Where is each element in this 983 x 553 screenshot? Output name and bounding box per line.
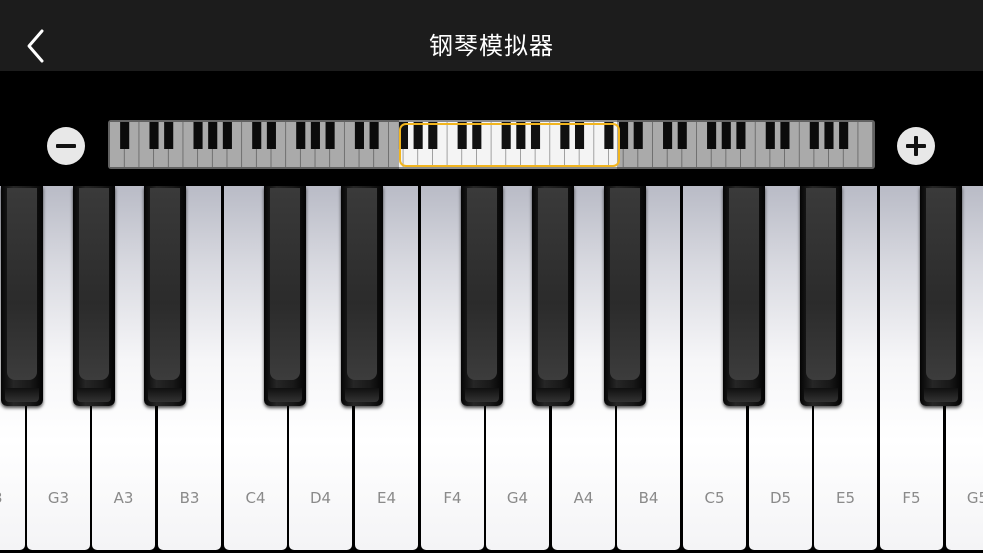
minimap-visible-window[interactable]	[399, 123, 620, 167]
black-key[interactable]	[73, 186, 115, 406]
minus-icon	[56, 144, 76, 148]
key-label: G3	[47, 489, 70, 507]
black-key[interactable]	[341, 186, 383, 406]
key-label: G5	[966, 489, 983, 507]
black-key[interactable]	[264, 186, 306, 406]
key-label: C4	[245, 489, 266, 507]
minimap-dim-right	[617, 120, 875, 169]
keyboard-navigator	[0, 71, 983, 186]
key-label: D4	[309, 489, 332, 507]
black-key[interactable]	[800, 186, 842, 406]
black-key[interactable]	[1, 186, 43, 406]
key-label: F3	[0, 489, 25, 507]
key-label: F4	[443, 489, 462, 507]
black-key[interactable]	[723, 186, 765, 406]
black-key[interactable]	[144, 186, 186, 406]
key-label: E5	[835, 489, 856, 507]
minimap-dim-left	[108, 120, 399, 169]
page-title: 钢琴模拟器	[429, 32, 554, 60]
piano-keyboard: F3 G3 A3 B3 C4 D4 E4 F4 G4 A4 B4 C5 D5 E5 F5 G5	[0, 186, 983, 553]
black-key[interactable]	[604, 186, 646, 406]
key-label: D5	[769, 489, 792, 507]
zoom-in-button[interactable]	[897, 127, 935, 165]
black-key[interactable]	[461, 186, 503, 406]
zoom-out-button[interactable]	[47, 127, 85, 165]
key-label: A4	[573, 489, 594, 507]
black-key[interactable]	[532, 186, 574, 406]
black-key[interactable]	[920, 186, 962, 406]
keyboard-minimap[interactable]	[108, 120, 875, 169]
key-label: B3	[179, 489, 200, 507]
key-label: C5	[704, 489, 725, 507]
key-label: E4	[376, 489, 397, 507]
key-label: B4	[638, 489, 659, 507]
key-label: G4	[506, 489, 529, 507]
title-bar: 钢琴模拟器	[0, 0, 983, 71]
key-label: A3	[113, 489, 134, 507]
key-label: F5	[902, 489, 921, 507]
